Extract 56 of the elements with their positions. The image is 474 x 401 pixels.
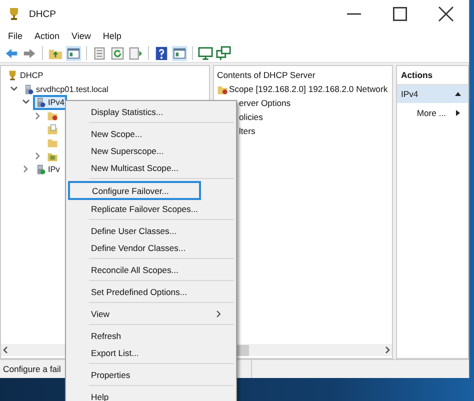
tree-label: DHCP xyxy=(20,71,44,80)
help-icon[interactable] xyxy=(154,46,169,60)
menu-item[interactable]: Help xyxy=(96,31,128,41)
dhcp-app-icon xyxy=(7,7,21,21)
menu-item[interactable]: View xyxy=(66,31,97,41)
folder-icon xyxy=(47,150,58,162)
context-menu-item[interactable]: Replicate Failover Scopes... xyxy=(68,200,234,217)
context-menu-item[interactable]: Display Statistics... xyxy=(68,103,234,120)
context-menu-item[interactable]: Define User Classes... xyxy=(68,222,234,239)
tree-node[interactable]: IPv4 xyxy=(33,94,68,110)
window-title: DHCP xyxy=(29,8,56,20)
submenu-chevron-icon xyxy=(215,310,223,318)
list-item[interactable]: Scope [192.168.2.0] 192.168.2.0 Network xyxy=(229,84,388,94)
context-menu-item[interactable]: New Superscope... xyxy=(68,142,234,159)
server-icon xyxy=(35,164,46,175)
context-menu-item[interactable]: New Multicast Scope... xyxy=(68,159,234,176)
export-list-icon[interactable] xyxy=(128,46,143,60)
context-menu-item[interactable]: Set Predefined Options... xyxy=(68,283,234,300)
folder-icon xyxy=(217,84,228,94)
server-icon xyxy=(35,96,46,108)
menu-item[interactable]: Action xyxy=(28,31,66,41)
context-menu-item[interactable]: Configure Failover... xyxy=(68,181,201,200)
context-menu-item[interactable]: Refresh xyxy=(68,327,234,344)
context-menu-item[interactable]: Export List... xyxy=(68,344,234,361)
monitors-icon[interactable] xyxy=(216,46,231,60)
list-item[interactable]: lters xyxy=(239,126,256,136)
properties-sheet-icon[interactable] xyxy=(92,46,107,60)
context-menu-item[interactable]: View xyxy=(68,305,234,322)
trophy-icon xyxy=(7,70,18,82)
refresh-icon[interactable] xyxy=(110,46,125,60)
tree-node[interactable]: IPv xyxy=(33,162,63,177)
pane-toggle-icon[interactable] xyxy=(66,46,81,60)
folder-icon xyxy=(47,110,58,122)
context-menu-item[interactable]: Reconcile All Scopes... xyxy=(68,261,234,278)
list-item[interactable]: olicies xyxy=(239,112,263,122)
collapse-triangle-icon[interactable] xyxy=(454,90,462,98)
server-icon xyxy=(23,84,34,95)
menu-item[interactable]: File xyxy=(2,31,29,41)
folder-icon xyxy=(47,124,58,135)
pane-toggle-icon[interactable] xyxy=(172,46,187,60)
actions-section-header[interactable]: IPv4 xyxy=(397,85,468,103)
tree-label: IPv4 xyxy=(48,98,64,107)
section-label: IPv4 xyxy=(401,89,418,99)
context-menu-item[interactable]: New Scope... xyxy=(68,125,234,142)
tree-label: IPv xyxy=(48,164,60,174)
action-link[interactable]: More ... xyxy=(416,108,446,118)
tree-node[interactable]: srvdhcp01.test.local xyxy=(21,82,112,97)
context-menu-item[interactable]: Help xyxy=(68,388,234,401)
list-item[interactable]: erver Options xyxy=(239,98,291,108)
context-menu-item[interactable]: Define Vendor Classes... xyxy=(68,239,234,256)
tree-node[interactable]: DHCP xyxy=(5,68,46,84)
submenu-triangle-icon xyxy=(454,109,462,117)
tree-label: srvdhcp01.test.local xyxy=(36,84,108,94)
contents-header: Contents of DHCP Server xyxy=(216,69,316,82)
folder-icon xyxy=(47,137,58,148)
monitor-icon[interactable] xyxy=(198,46,213,60)
